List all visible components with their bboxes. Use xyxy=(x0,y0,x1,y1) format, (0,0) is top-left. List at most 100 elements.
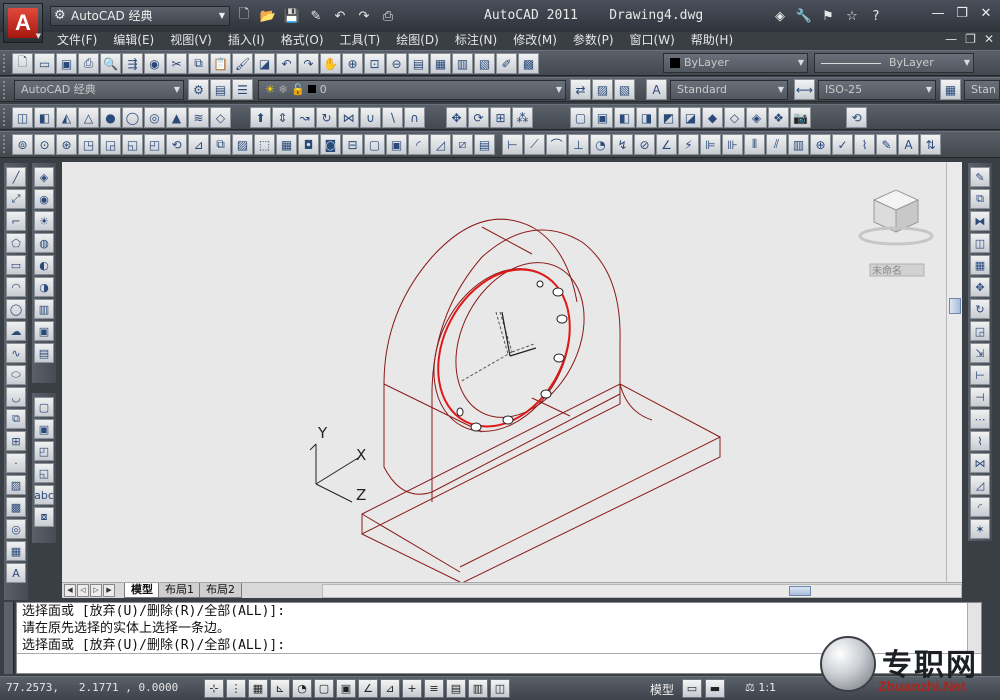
imprint-icon[interactable]: ◘ xyxy=(298,134,319,155)
doc-minimize-button[interactable]: — xyxy=(945,32,957,46)
circle-icon[interactable]: ◯ xyxy=(6,299,26,319)
layer-previous-icon[interactable]: ▨ xyxy=(592,79,613,100)
help-icon[interactable]: ? xyxy=(866,6,886,26)
dimension-style-icon[interactable]: ⟷ xyxy=(794,79,815,100)
viewport-single-icon[interactable]: ▢ xyxy=(34,397,54,417)
quick-properties-icon[interactable]: ▥ xyxy=(468,679,488,698)
back-view-icon[interactable]: ◪ xyxy=(680,107,701,128)
dynamic-ucs-icon[interactable]: ⊿ xyxy=(380,679,400,698)
ordinate-icon[interactable]: ⊥ xyxy=(568,134,589,155)
viewport-object-icon[interactable]: ◰ xyxy=(34,441,54,461)
construction-line-icon[interactable]: ⤢ xyxy=(6,189,26,209)
thicken-icon[interactable]: ▤ xyxy=(474,134,495,155)
wedge-icon[interactable]: ◭ xyxy=(56,107,77,128)
bottom-view-icon[interactable]: ▣ xyxy=(592,107,613,128)
stretch-icon[interactable]: ⇲ xyxy=(970,343,990,363)
join-icon[interactable]: ⋈ xyxy=(970,453,990,473)
right-view-icon[interactable]: ◨ xyxy=(636,107,657,128)
wrench-icon[interactable]: 🔧 xyxy=(794,6,814,26)
markup-icon[interactable]: ✐ xyxy=(496,53,517,74)
menu-draw[interactable]: 绘图(D) xyxy=(396,32,439,48)
3d-object-snap-icon[interactable]: ▣ xyxy=(336,679,356,698)
se-iso-icon[interactable]: ◇ xyxy=(724,107,745,128)
block-editor-icon[interactable]: ◪ xyxy=(254,53,275,74)
tab-layout2[interactable]: 布局2 xyxy=(199,583,242,598)
save-icon[interactable]: ▣ xyxy=(56,53,77,74)
menu-modify[interactable]: 修改(M) xyxy=(513,32,557,48)
vertical-scrollbar[interactable] xyxy=(946,162,962,582)
cursor-coordinates[interactable]: 77.2573, 2.1771 , 0.0000 xyxy=(6,681,178,694)
dim-style-control[interactable]: ISO-25 ▼ xyxy=(818,80,936,100)
new-icon[interactable]: 🗋 xyxy=(12,53,33,74)
table-icon[interactable]: ▦ xyxy=(6,541,26,561)
3d-array-icon[interactable]: ⁂ xyxy=(512,107,533,128)
properties-icon[interactable]: ▤ xyxy=(408,53,429,74)
inspection-icon[interactable]: ✓ xyxy=(832,134,853,155)
front-view-icon[interactable]: ◩ xyxy=(658,107,679,128)
map-icon[interactable]: ◐ xyxy=(34,255,54,275)
lineweight-icon[interactable]: ≡ xyxy=(424,679,444,698)
line-icon[interactable]: ╱ xyxy=(6,167,26,187)
diameter-icon[interactable]: ⊘ xyxy=(634,134,655,155)
visual-style-icon[interactable]: ◉ xyxy=(34,189,54,209)
quick-view-drawings-icon[interactable]: ▬ xyxy=(705,679,725,698)
dimension-update-icon[interactable]: ⇅ xyxy=(920,134,941,155)
offset-faces-icon[interactable]: ◱ xyxy=(122,134,143,155)
sphere-icon[interactable]: ● xyxy=(100,107,121,128)
menu-parametric[interactable]: 参数(P) xyxy=(573,32,614,48)
union-tool-icon[interactable]: ⊚ xyxy=(12,134,33,155)
cone-icon[interactable]: △ xyxy=(78,107,99,128)
move-faces-icon[interactable]: ◲ xyxy=(100,134,121,155)
plot-icon[interactable]: ⎙ xyxy=(78,53,99,74)
mirror-icon[interactable]: ⧓ xyxy=(970,211,990,231)
make-object-layer-current-icon[interactable]: ⇄ xyxy=(570,79,591,100)
rotate-faces-icon[interactable]: ⟲ xyxy=(166,134,187,155)
command-window-grip[interactable] xyxy=(4,602,14,674)
shell-icon[interactable]: ▢ xyxy=(364,134,385,155)
match-properties-icon[interactable]: 🖌 xyxy=(232,53,253,74)
vertical-scroll-thumb[interactable] xyxy=(949,298,961,314)
workspace-save-icon[interactable]: ▤ xyxy=(210,79,231,100)
snap-mode-icon[interactable]: ⋮ xyxy=(226,679,246,698)
first-tab-icon[interactable]: ◀ xyxy=(64,584,76,597)
separate-icon[interactable]: ⊟ xyxy=(342,134,363,155)
doc-restore-button[interactable]: ❐ xyxy=(965,32,976,46)
make-block-icon[interactable]: ⊞ xyxy=(6,431,26,451)
hatch-icon[interactable]: ▨ xyxy=(6,475,26,495)
erase-icon[interactable]: ✎ xyxy=(970,167,990,187)
tolerance-icon[interactable]: ▥ xyxy=(788,134,809,155)
intersect-icon[interactable]: ∩ xyxy=(404,107,425,128)
linear-dimension-icon[interactable]: ⊢ xyxy=(502,134,523,155)
aligned-dimension-icon[interactable]: ⟋ xyxy=(524,134,545,155)
check-icon[interactable]: ▣ xyxy=(386,134,407,155)
quick-view-layouts-icon[interactable]: ▭ xyxy=(682,679,702,698)
dimension-text-edit-icon[interactable]: A xyxy=(898,134,919,155)
slice-icon[interactable]: ⧄ xyxy=(452,134,473,155)
loft-icon[interactable]: ⋈ xyxy=(338,107,359,128)
ellipse-icon[interactable]: ⬭ xyxy=(6,365,26,385)
redo-icon[interactable]: ↷ xyxy=(298,53,319,74)
revolve-icon[interactable]: ↻ xyxy=(316,107,337,128)
application-menu-button[interactable]: A ▼ xyxy=(3,3,43,43)
tab-layout1[interactable]: 布局1 xyxy=(158,583,201,598)
move-icon[interactable]: ✥ xyxy=(970,277,990,297)
array-icon[interactable]: ▦ xyxy=(970,255,990,275)
toolbar-grip[interactable] xyxy=(3,108,7,126)
trim-icon[interactable]: ⊢ xyxy=(970,365,990,385)
extrude-faces-icon[interactable]: ◳ xyxy=(78,134,99,155)
workspace-combo[interactable]: AutoCAD 经典 ▼ xyxy=(14,80,184,100)
quick-dimension-icon[interactable]: ⚡ xyxy=(678,134,699,155)
ortho-icon[interactable]: ⊾ xyxy=(270,679,290,698)
binoculars-icon[interactable]: ◈ xyxy=(770,6,790,26)
communication-center-icon[interactable]: ⚑ xyxy=(818,6,838,26)
transparency-icon[interactable]: ▤ xyxy=(446,679,466,698)
pyramid-icon[interactable]: ▲ xyxy=(166,107,187,128)
color-faces-icon[interactable]: ▨ xyxy=(232,134,253,155)
dim-space-icon[interactable]: ⫴ xyxy=(744,134,765,155)
torus-icon[interactable]: ◎ xyxy=(144,107,165,128)
layer-state-icon[interactable]: ▧ xyxy=(614,79,635,100)
save-as-icon[interactable]: ✎ xyxy=(306,6,326,26)
publish-icon[interactable]: ⇶ xyxy=(122,53,143,74)
menu-dimension[interactable]: 标注(N) xyxy=(455,32,497,48)
last-tab-icon[interactable]: ▶ xyxy=(103,584,115,597)
